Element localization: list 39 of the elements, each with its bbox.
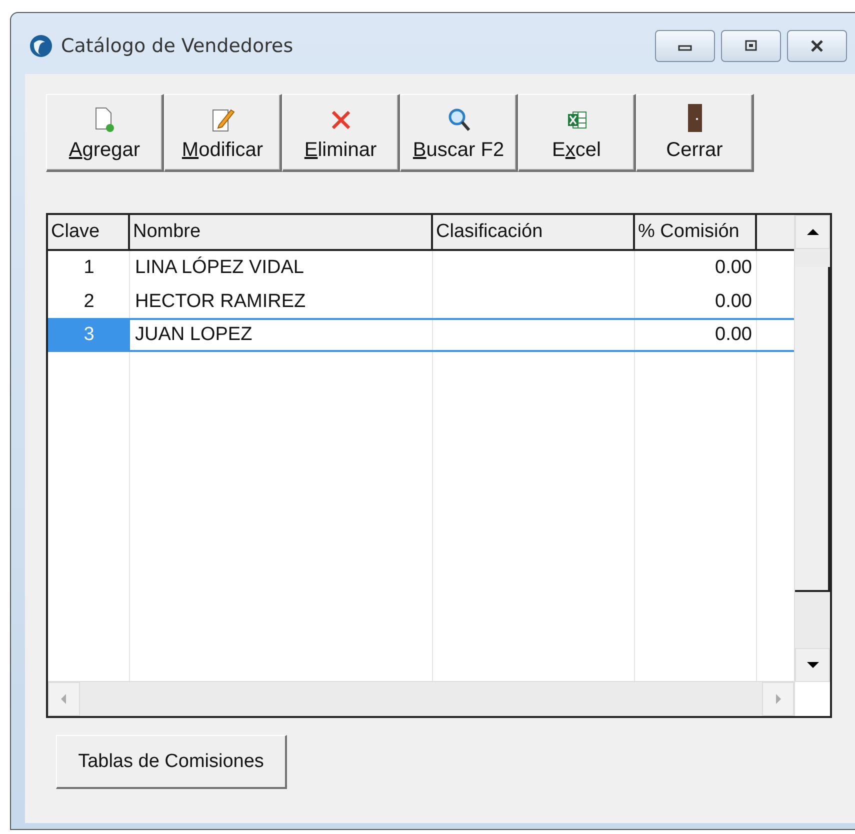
search-icon xyxy=(446,107,470,133)
toolbar-button[interactable]: Eliminar xyxy=(282,94,400,172)
table-cell-text: 0.00 xyxy=(714,290,753,314)
column-header[interactable]: Nombre xyxy=(130,215,433,249)
table-row[interactable]: 2 HECTOR RAMIREZ 0.00 xyxy=(48,285,794,319)
table-cell-text: 0.00 xyxy=(714,256,753,280)
pencil-document-icon xyxy=(210,107,234,133)
scroll-down-button[interactable] xyxy=(795,648,830,682)
minimize-button[interactable] xyxy=(655,30,715,62)
table-cell-text: JUAN LOPEZ xyxy=(134,323,254,347)
table-row[interactable]: 1 LINA LÓPEZ VIDAL 0.00 xyxy=(48,251,794,285)
scroll-up-button[interactable] xyxy=(795,215,830,249)
toolbar-button[interactable]: Cerrar xyxy=(636,94,754,172)
restore-button[interactable] xyxy=(721,30,781,62)
new-document-icon xyxy=(94,107,116,133)
table-cell: 3 xyxy=(48,318,130,352)
scroll-thumb[interactable] xyxy=(795,267,830,592)
right-arrow-icon xyxy=(774,694,782,704)
toolbar-button[interactable]: Agregar xyxy=(46,94,164,172)
close-button[interactable] xyxy=(787,30,847,62)
app-logo-icon xyxy=(29,34,53,58)
left-arrow-icon xyxy=(60,694,68,704)
table-cell-text: 2 xyxy=(82,290,96,314)
toolbar-button[interactable]: Modificar xyxy=(164,94,282,172)
column-header[interactable]: Clave xyxy=(48,215,130,249)
table-cell-text: 0.00 xyxy=(714,323,753,347)
table-cell-text: 1 xyxy=(82,256,96,280)
column-header[interactable]: % Comisión xyxy=(635,215,757,249)
table-cell-text: LINA LÓPEZ VIDAL xyxy=(134,256,305,280)
commission-tables-button[interactable]: Tablas de Comisiones xyxy=(56,735,287,789)
toolbar-button[interactable]: Buscar F2 xyxy=(400,94,518,172)
toolbar-button[interactable]: Excel xyxy=(518,94,636,172)
vertical-scrollbar[interactable] xyxy=(794,215,830,716)
up-arrow-icon xyxy=(806,228,818,236)
table-cell-text: HECTOR RAMIREZ xyxy=(134,290,307,314)
window-title: Catálogo de Vendedores xyxy=(61,34,294,56)
column-header[interactable]: Clasificación xyxy=(433,215,635,249)
down-arrow-icon xyxy=(806,661,818,669)
table-row[interactable]: 3 JUAN LOPEZ 0.00 xyxy=(48,318,794,352)
